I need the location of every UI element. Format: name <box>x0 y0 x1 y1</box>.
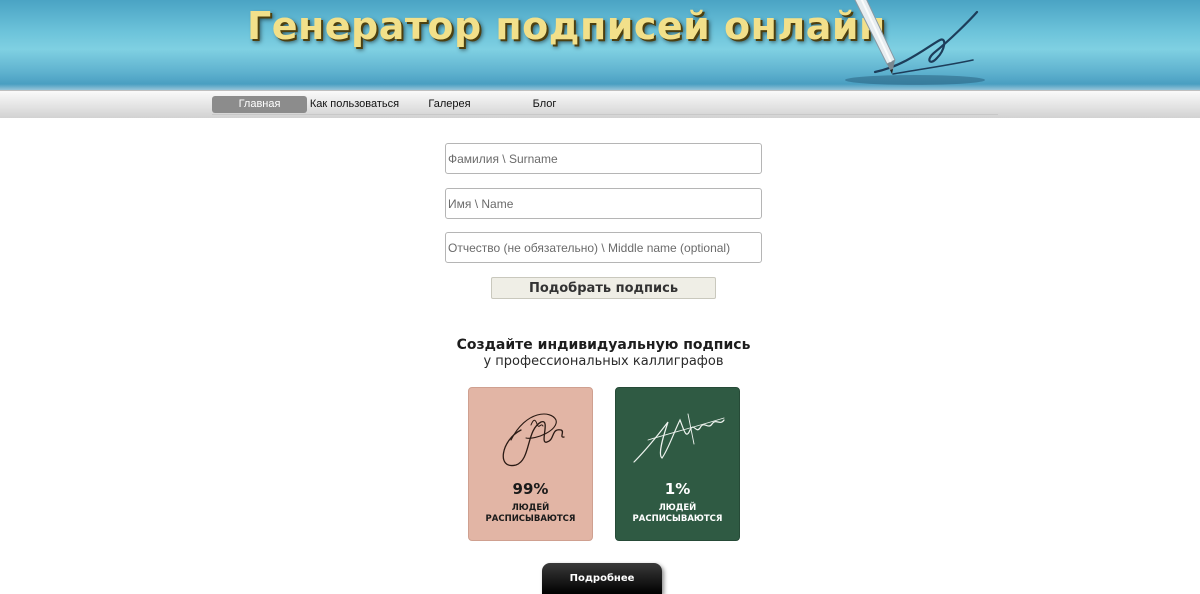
promo-subtitle: у профессиональных каллиграфов <box>483 354 724 369</box>
site-header: Генератор подписей онлайн <box>0 0 1200 90</box>
promo-title: Создайте индивидуальную подпись <box>456 337 751 353</box>
promo-card-percent: 99% <box>512 480 549 498</box>
nav-item-gallery[interactable]: Галерея <box>402 96 497 113</box>
middle-name-input[interactable] <box>445 232 762 263</box>
signature-sample-icon <box>502 413 565 467</box>
promo-card-99[interactable]: 99% ЛЮДЕЙ РАСПИСЫВАЮТСЯ <box>468 387 593 541</box>
nav-item-blog[interactable]: Блог <box>497 96 592 113</box>
promo-card-percent: 1% <box>664 480 691 498</box>
nav-item-home[interactable]: Главная <box>212 96 307 113</box>
promo-card-caption: ЛЮДЕЙ РАСПИСЫВАЮТСЯ <box>485 503 576 524</box>
surname-input[interactable] <box>445 143 762 174</box>
pick-signature-button[interactable]: Подобрать подпись <box>491 277 716 299</box>
signature-sample-icon <box>633 413 725 463</box>
pen-signature-icon <box>845 0 985 85</box>
site-title: Генератор подписей онлайн <box>247 4 886 48</box>
promo-card-1[interactable]: 1% ЛЮДЕЙ РАСПИСЫВАЮТСЯ <box>615 387 740 541</box>
more-info-button[interactable]: Подробнее <box>542 563 662 594</box>
name-input[interactable] <box>445 188 762 219</box>
promo-card-caption: ЛЮДЕЙ РАСПИСЫВАЮТСЯ <box>632 503 723 524</box>
main-nav: Главная Как пользоваться Галерея Блог <box>0 90 1200 118</box>
nav-item-how-to-use[interactable]: Как пользоваться <box>307 96 402 113</box>
